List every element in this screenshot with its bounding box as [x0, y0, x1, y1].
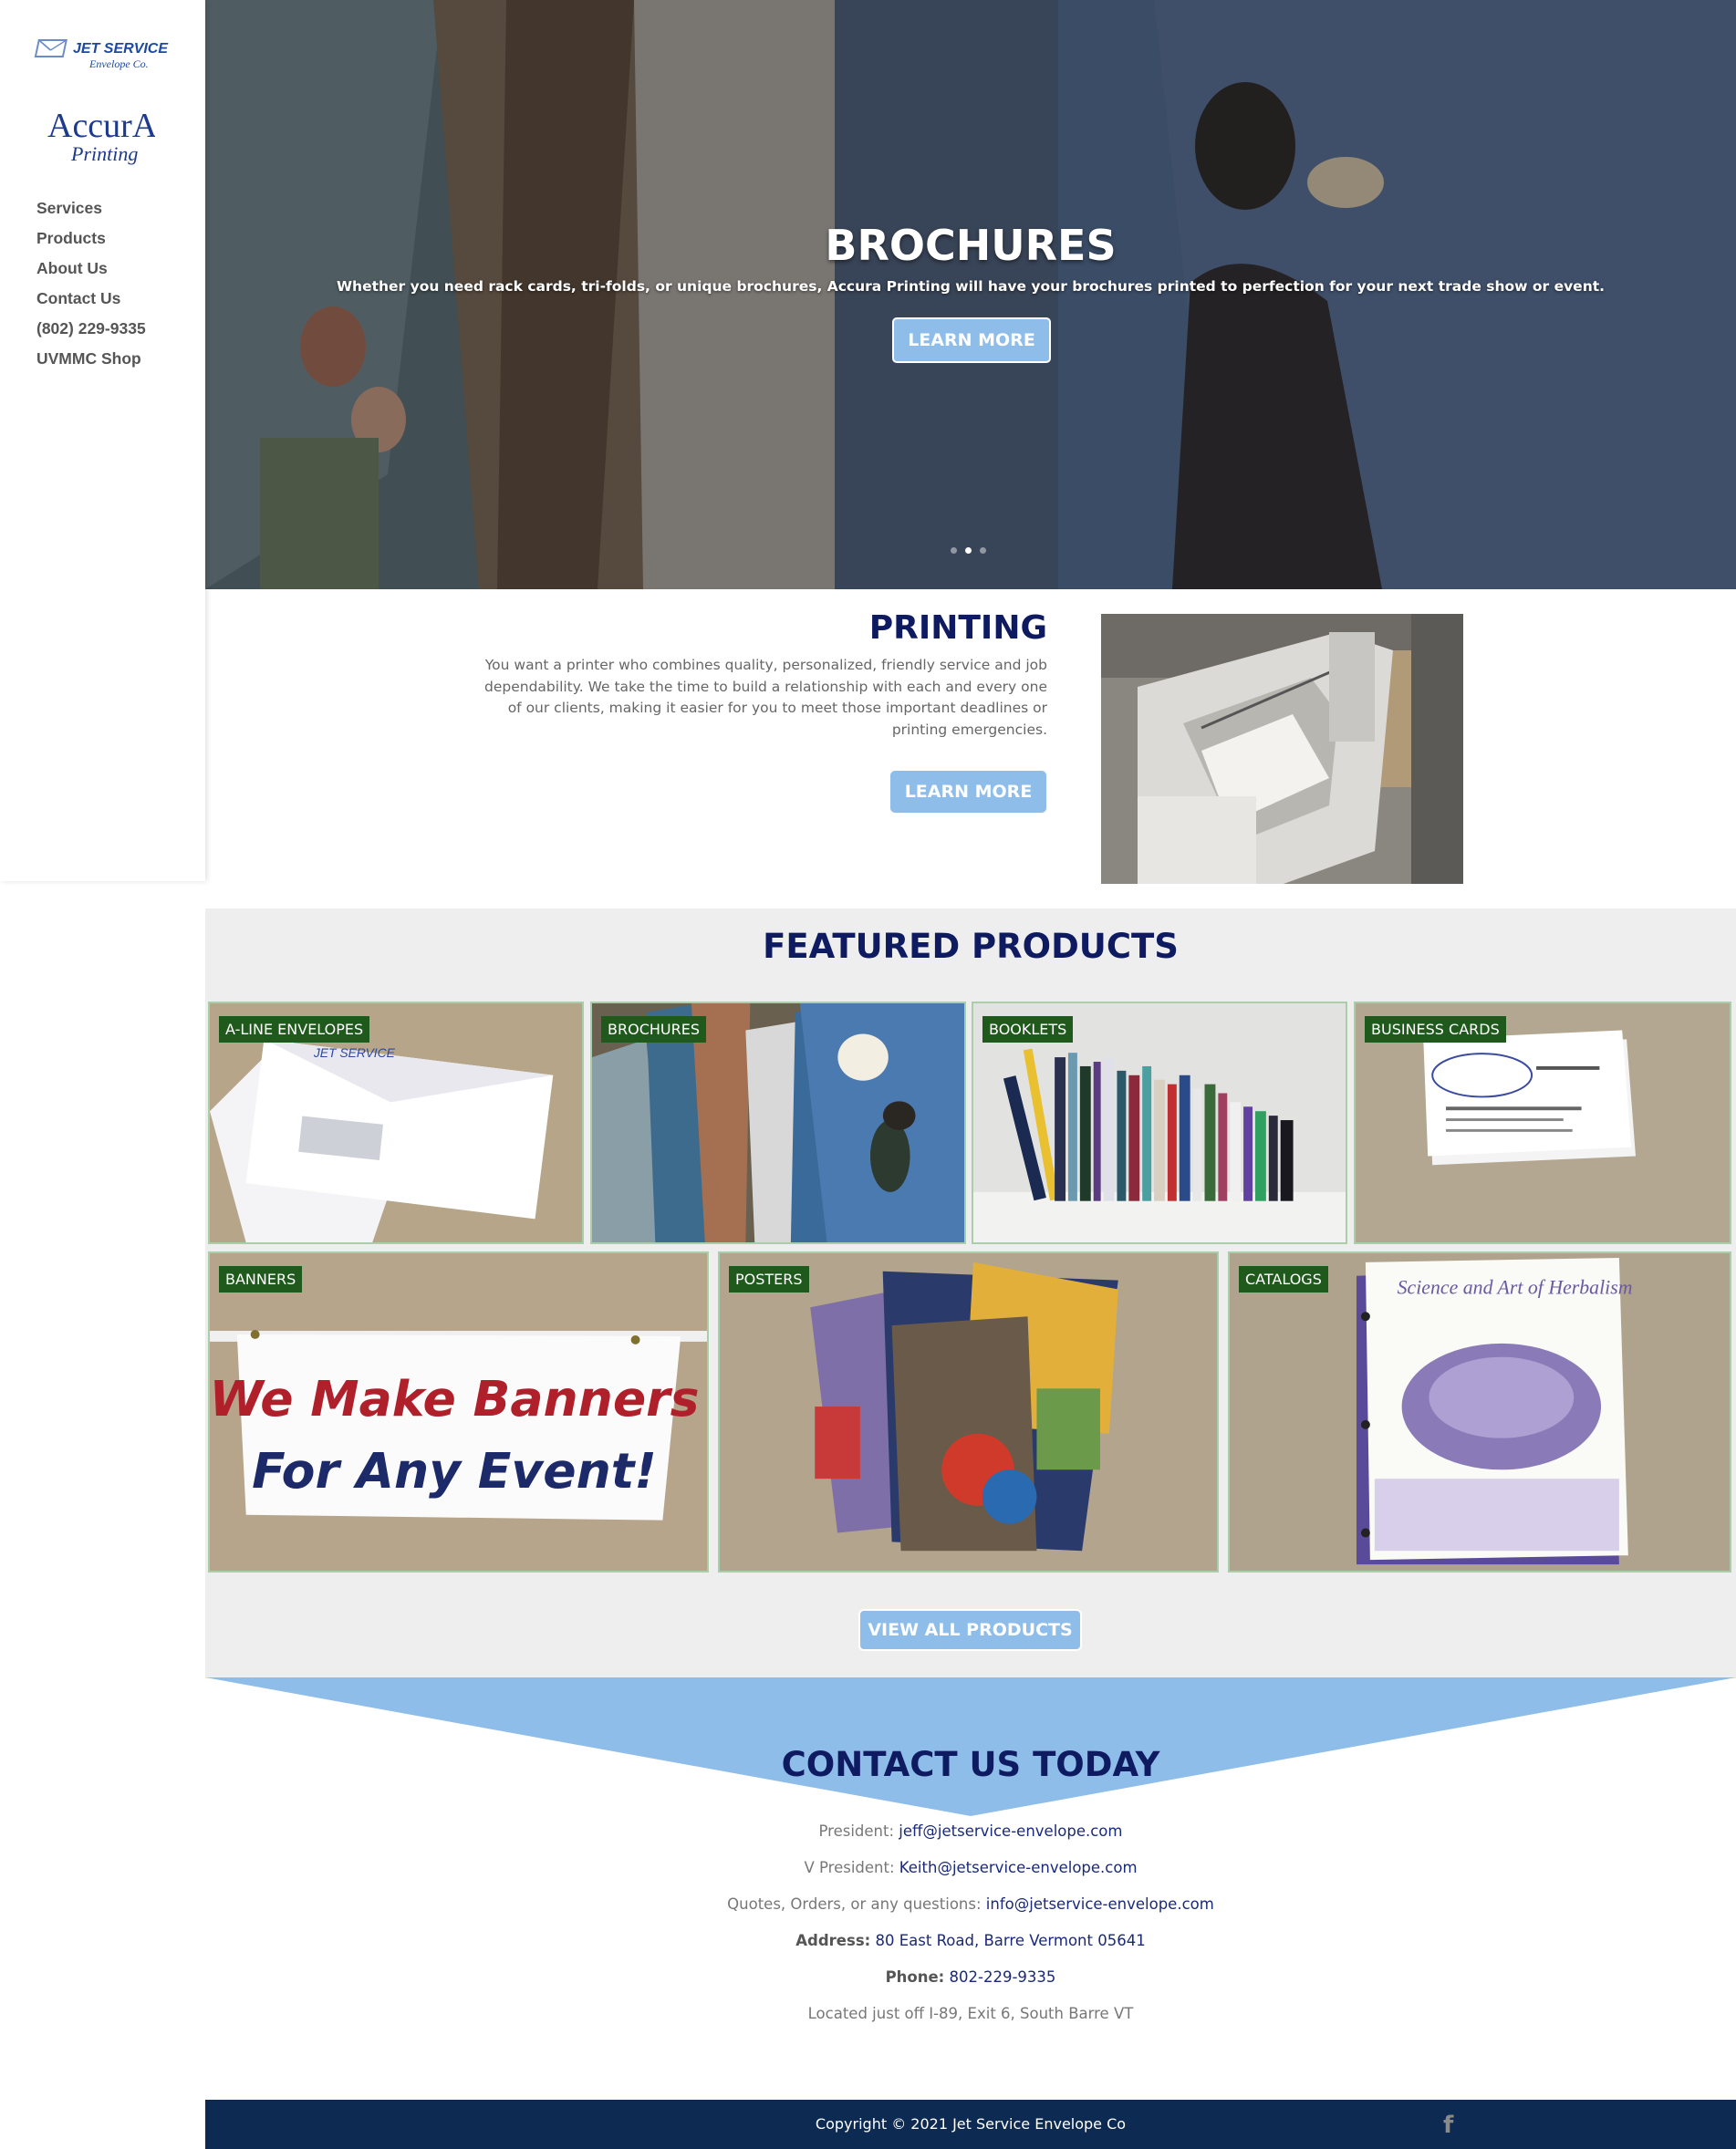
facebook-icon[interactable]: f: [1443, 2112, 1463, 2139]
sidebar-nav: Services Products About Us Contact Us (8…: [36, 195, 146, 376]
product-label: POSTERS: [729, 1266, 809, 1293]
product-tile-banners[interactable]: We Make Banners For Any Event! BANNERS: [208, 1251, 709, 1573]
product-label: BUSINESS CARDS: [1365, 1016, 1506, 1043]
catalogs-image: Science and Art of Herbalism: [1230, 1253, 1730, 1571]
product-tile-posters[interactable]: POSTERS: [718, 1251, 1219, 1573]
featured-products-title: FEATURED PRODUCTS: [763, 927, 1179, 966]
printing-title: PRINTING: [868, 609, 1047, 647]
location-note: Located just off I-89, Exit 6, South Bar…: [807, 2005, 1134, 2022]
sidebar: JET SERVICE Envelope Co. AccurA Printing…: [0, 0, 205, 881]
svg-text:Science and Art of Herbalism: Science and Art of Herbalism: [1398, 1277, 1633, 1299]
product-label: A-LINE ENVELOPES: [219, 1016, 370, 1043]
slider-dot-1[interactable]: [951, 547, 957, 554]
product-tile-catalogs[interactable]: Science and Art of Herbalism CATALOGS: [1228, 1251, 1731, 1573]
product-label: BROCHURES: [601, 1016, 706, 1043]
accura-printing-logo[interactable]: AccurA Printing: [44, 95, 155, 173]
product-label: CATALOGS: [1239, 1266, 1328, 1293]
product-label: BANNERS: [219, 1266, 303, 1293]
contact-title: CONTACT US TODAY: [781, 1745, 1160, 1784]
banners-image: We Make Banners For Any Event!: [210, 1253, 707, 1571]
hero-background-image: [205, 0, 1736, 589]
phone-link[interactable]: 802-229-9335: [944, 1968, 1056, 1986]
printing-description: You want a printer who combines quality,…: [484, 657, 1047, 738]
hero-learn-more-button[interactable]: LEARN MORE: [892, 317, 1051, 363]
svg-text:AccurA: AccurA: [47, 107, 155, 145]
hero-title: BROCHURES: [825, 221, 1117, 270]
product-tile-booklets[interactable]: BOOKLETS: [972, 1002, 1347, 1244]
hero-description: Whether you need rack cards, tri-folds, …: [336, 278, 1606, 295]
nav-item-products[interactable]: Products: [36, 225, 146, 255]
svg-text:Printing: Printing: [70, 142, 138, 165]
slider-dot-3[interactable]: [980, 547, 986, 554]
featured-products-section: FEATURED PRODUCTS JET SERVICE A-LINE ENV…: [205, 908, 1736, 1678]
printing-press-photo: [1101, 614, 1463, 884]
page: JET SERVICE Envelope Co. AccurA Printing…: [0, 0, 1736, 2149]
president-email-link[interactable]: jeff@jetservice-envelope.com: [899, 1822, 1122, 1840]
posters-image: [720, 1253, 1217, 1571]
nav-item-phone[interactable]: (802) 229-9335: [36, 316, 146, 346]
contact-info: President: jeff@jetservice-envelope.com …: [205, 1819, 1736, 2038]
vp-email-link[interactable]: Keith@jetservice-envelope.com: [899, 1859, 1138, 1876]
vp-label: V President:: [804, 1859, 899, 1876]
nav-item-services[interactable]: Services: [36, 195, 146, 225]
info-email-link[interactable]: info@jetservice-envelope.com: [986, 1895, 1214, 1913]
svg-text:Envelope Co.: Envelope Co.: [88, 57, 149, 70]
product-label: BOOKLETS: [982, 1016, 1074, 1043]
nav-item-about-us[interactable]: About Us: [36, 255, 146, 285]
slider-dot-2[interactable]: [965, 547, 972, 554]
svg-text:We Make Banners: We Make Banners: [210, 1370, 700, 1427]
view-all-products-button[interactable]: VIEW ALL PRODUCTS: [858, 1609, 1082, 1651]
svg-text:JET SERVICE: JET SERVICE: [313, 1045, 396, 1060]
nav-item-uvmmc-shop[interactable]: UVMMC Shop: [36, 346, 146, 376]
address-label: Address:: [795, 1932, 871, 1949]
quotes-label: Quotes, Orders, or any questions:: [727, 1895, 986, 1913]
president-label: President:: [818, 1822, 899, 1840]
footer: Copyright © 2021 Jet Service Envelope Co…: [205, 2100, 1736, 2149]
product-tile-business-cards[interactable]: BUSINESS CARDS: [1354, 1002, 1731, 1244]
jet-service-logo[interactable]: JET SERVICE Envelope Co.: [33, 35, 170, 77]
hero-slider: BROCHURES Whether you need rack cards, t…: [205, 0, 1736, 589]
product-tile-a-line-envelopes[interactable]: JET SERVICE A-LINE ENVELOPES: [208, 1002, 584, 1244]
product-tile-brochures[interactable]: BROCHURES: [590, 1002, 966, 1244]
phone-label: Phone:: [885, 1968, 945, 1986]
svg-text:For Any Event!: For Any Event!: [252, 1442, 657, 1500]
printing-learn-more-button[interactable]: LEARN MORE: [890, 771, 1046, 813]
address-link[interactable]: 80 East Road, Barre Vermont 05641: [870, 1932, 1145, 1949]
nav-item-contact-us[interactable]: Contact Us: [36, 285, 146, 316]
svg-text:JET SERVICE: JET SERVICE: [73, 41, 169, 57]
copyright-text: Copyright © 2021 Jet Service Envelope Co: [815, 2115, 1127, 2133]
slider-pagination: [951, 547, 986, 554]
